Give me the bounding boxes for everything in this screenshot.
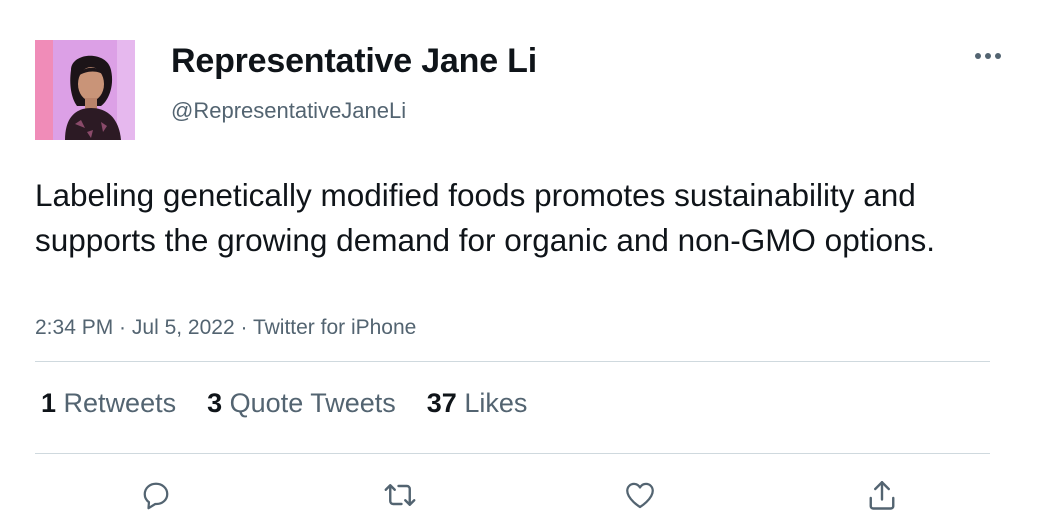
more-horizontal-icon: [975, 53, 1001, 59]
retweets-label: Retweets: [63, 388, 177, 418]
quotes-count: 3: [207, 388, 223, 418]
tweet-text: Labeling genetically modified foods prom…: [35, 177, 936, 258]
author-name[interactable]: Representative Jane Li: [171, 42, 537, 81]
author-handle[interactable]: @RepresentativeJaneLi: [171, 98, 406, 124]
meta-separator: ·: [234, 316, 253, 339]
retweet-button[interactable]: [380, 475, 420, 515]
avatar[interactable]: [35, 40, 135, 140]
tweet-stats: 1 Retweets 3 Quote Tweets 37 Likes: [41, 388, 558, 419]
meta-separator: ·: [113, 316, 132, 339]
divider-bottom: [35, 453, 990, 454]
avatar-image: [35, 40, 135, 140]
retweets-stat[interactable]: 1 Retweets: [41, 388, 176, 419]
retweets-count: 1: [41, 388, 57, 418]
quote-tweets-stat[interactable]: 3 Quote Tweets: [207, 388, 396, 419]
likes-stat[interactable]: 37 Likes: [427, 388, 528, 419]
heart-icon: [626, 482, 654, 509]
tweet-source[interactable]: Twitter for iPhone: [253, 316, 416, 339]
tweet-date[interactable]: Jul 5, 2022: [132, 316, 235, 339]
like-button[interactable]: [620, 475, 660, 515]
tweet-meta: 2:34 PM · Jul 5, 2022 · Twitter for iPho…: [35, 316, 416, 340]
share-icon: [869, 481, 895, 510]
likes-count: 37: [426, 388, 457, 418]
retweet-icon: [384, 484, 416, 506]
reply-icon: [143, 482, 169, 510]
quotes-label: Quote Tweets: [229, 388, 396, 418]
divider-top: [35, 361, 990, 362]
likes-label: Likes: [464, 388, 528, 418]
tweet-time[interactable]: 2:34 PM: [35, 316, 113, 339]
share-button[interactable]: [862, 475, 902, 515]
reply-button[interactable]: [136, 475, 176, 515]
more-options-button[interactable]: [968, 44, 1008, 68]
